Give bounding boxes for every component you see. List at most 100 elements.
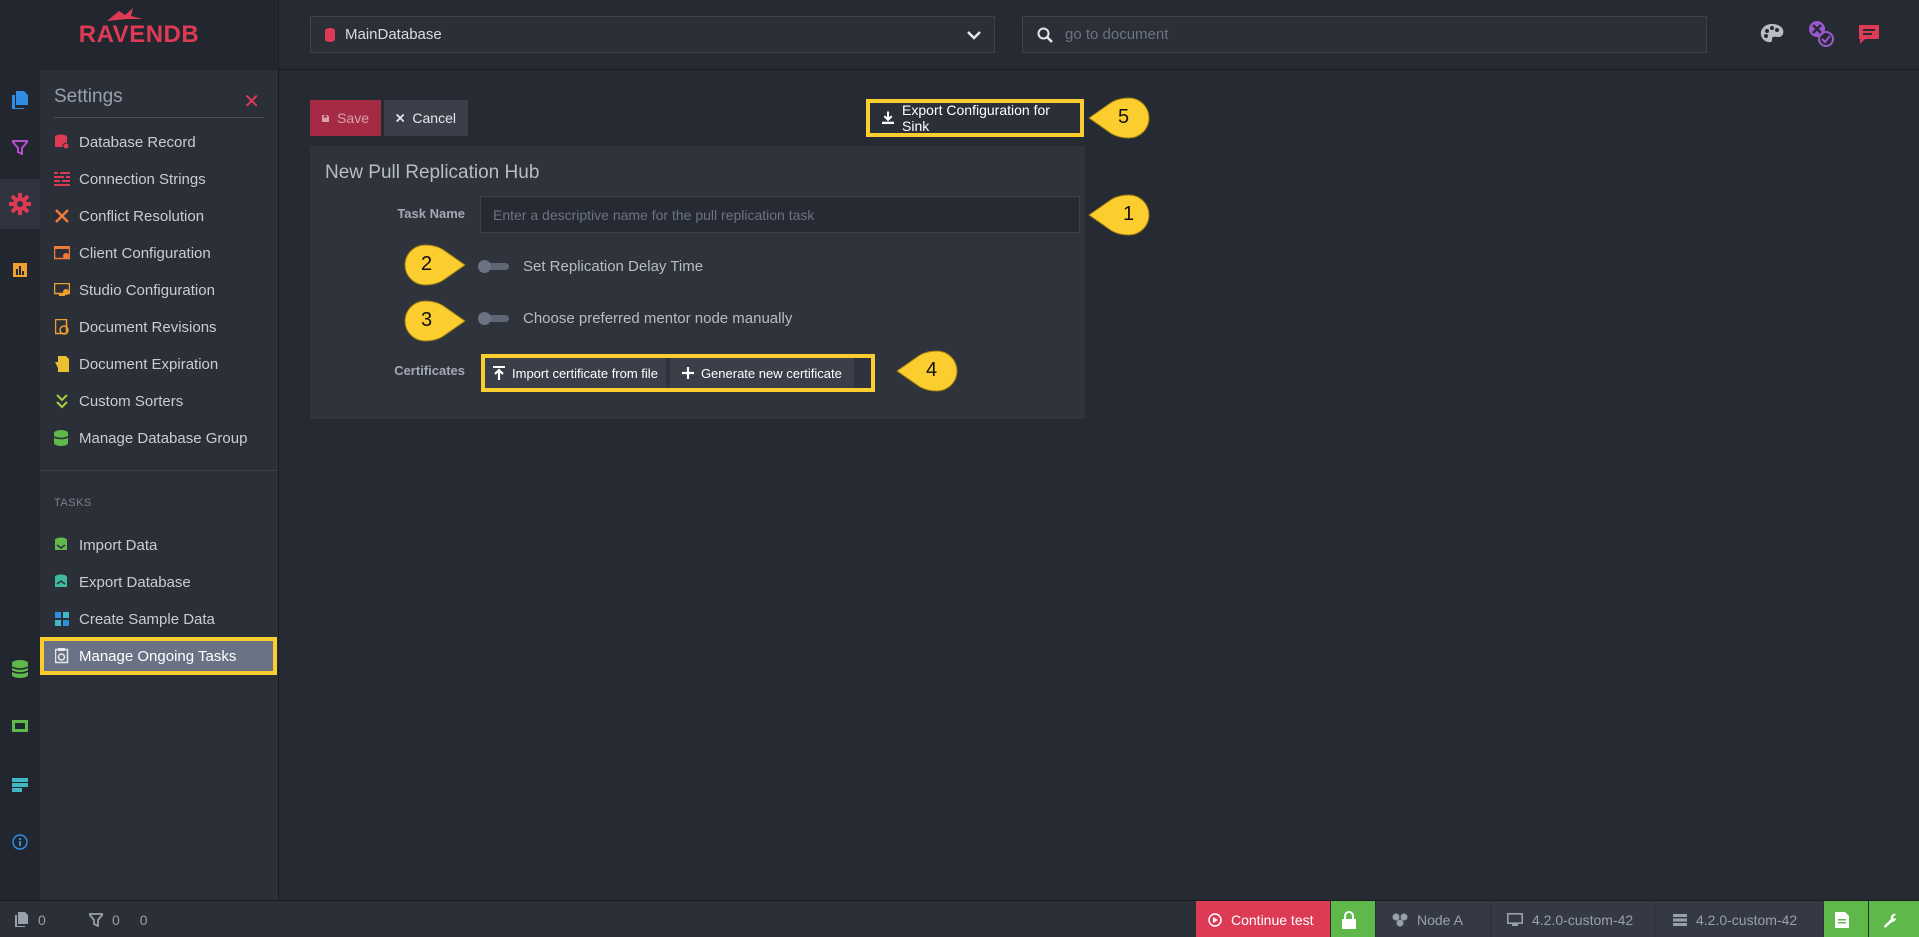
- ongoing-tasks-icon: [54, 648, 70, 664]
- client-config-icon: [54, 245, 70, 261]
- documents-icon: [15, 911, 28, 927]
- menu-item-import-data[interactable]: Import Data: [54, 532, 269, 558]
- about-icon[interactable]: [10, 832, 30, 852]
- raven-icon: [106, 8, 143, 21]
- settings-title: Settings: [54, 86, 123, 107]
- import-certificate-button[interactable]: Import certificate from file: [485, 358, 666, 388]
- menu-item-label: Manage Ongoing Tasks: [79, 647, 237, 665]
- menu-item-database-record[interactable]: Database Record: [54, 129, 269, 155]
- menu-item-manage-ongoing-tasks[interactable]: Manage Ongoing Tasks: [40, 637, 277, 675]
- menu-item-label: Document Expiration: [79, 355, 219, 373]
- cancel-icon: [396, 113, 405, 123]
- task-name-input[interactable]: [480, 196, 1080, 233]
- replication-delay-label: Set Replication Delay Time: [523, 258, 704, 275]
- menu-item-label: Database Record: [79, 133, 196, 151]
- documents-icon[interactable]: [10, 90, 30, 110]
- connection-strings-icon: [54, 171, 70, 187]
- studio-version[interactable]: 4.2.0-custom-42: [1491, 901, 1654, 937]
- mentor-node-label: Choose preferred mentor node manually: [523, 310, 793, 327]
- menu-item-client-configuration[interactable]: Client Configuration: [54, 240, 269, 266]
- support-button[interactable]: [1869, 901, 1919, 937]
- top-bar: RAVENDB MainDatabase: [0, 0, 1919, 70]
- stats-icon[interactable]: [10, 260, 30, 280]
- callout-4: 4: [895, 349, 959, 393]
- menu-item-document-expiration[interactable]: Document Expiration: [54, 351, 269, 377]
- menu-item-custom-sorters[interactable]: Custom Sorters: [54, 388, 269, 414]
- menu-item-export-database[interactable]: Export Database: [54, 569, 269, 595]
- indexes-icon[interactable]: [10, 137, 30, 157]
- feedback-icon[interactable]: [1857, 23, 1881, 45]
- menu-item-document-revisions[interactable]: Document Revisions: [54, 314, 269, 340]
- export-label: Export Configuration for Sink: [902, 102, 1050, 134]
- callout-1: 1: [1087, 193, 1151, 237]
- documents-count[interactable]: 0: [15, 901, 46, 937]
- replication-delay-toggle-row[interactable]: Set Replication Delay Time: [478, 258, 703, 275]
- server-version[interactable]: 4.2.0-custom-42: [1655, 901, 1823, 937]
- tasks-heading: TASKS: [54, 497, 92, 509]
- menu-item-create-sample-data[interactable]: Create Sample Data: [54, 606, 269, 632]
- export-configuration-button[interactable]: Export Configuration for Sink: [866, 99, 1084, 137]
- search-icon: [1037, 27, 1053, 43]
- menu-item-manage-database-group[interactable]: Manage Database Group: [54, 425, 269, 451]
- generate-certificate-label: Generate new certificate: [700, 365, 842, 381]
- menu-item-studio-configuration[interactable]: Studio Configuration: [54, 277, 269, 303]
- manage-server-icon[interactable]: [10, 717, 30, 737]
- close-icon[interactable]: ✕: [243, 89, 260, 114]
- indexes-icon: [89, 912, 103, 927]
- cancel-button[interactable]: Cancel: [384, 100, 468, 136]
- save-button[interactable]: Save: [310, 100, 381, 136]
- logo-area[interactable]: RAVENDB: [0, 0, 279, 70]
- search-input[interactable]: [1065, 26, 1665, 43]
- revisions-icon: [54, 319, 70, 335]
- replication-delay-toggle[interactable]: [478, 260, 509, 273]
- menu-item-connection-strings[interactable]: Connection Strings: [54, 166, 269, 192]
- menu-item-label: Import Data: [79, 536, 158, 554]
- logo-text: RAVENDB: [78, 21, 200, 48]
- callout-3: 3: [403, 299, 467, 343]
- settings-icon[interactable]: [0, 179, 40, 229]
- monitor-icon: [1507, 912, 1523, 926]
- database-selector[interactable]: MainDatabase: [310, 16, 995, 53]
- cancel-label: Cancel: [412, 110, 456, 126]
- palette-icon[interactable]: [1759, 22, 1785, 46]
- save-label: Save: [337, 110, 369, 126]
- import-icon: [54, 537, 70, 553]
- callout-2: 2: [403, 243, 467, 287]
- settings-menu: Settings ✕ Database Record Connection St…: [40, 70, 279, 900]
- indexes-count[interactable]: 0 0: [89, 901, 148, 937]
- go-to-document-search[interactable]: [1022, 16, 1707, 53]
- menu-item-label: Connection Strings: [79, 170, 206, 188]
- menu-item-label: Conflict Resolution: [79, 207, 205, 225]
- main-nav-strip: [0, 70, 40, 900]
- menu-item-label: Document Revisions: [79, 318, 217, 336]
- cluster-icon[interactable]: [10, 775, 30, 795]
- expiration-icon: [54, 356, 70, 372]
- menu-item-label: Custom Sorters: [79, 392, 184, 410]
- menu-item-label: Client Configuration: [79, 244, 211, 262]
- continue-test-button[interactable]: Continue test: [1196, 901, 1330, 937]
- notifications-icon[interactable]: [1807, 20, 1835, 48]
- database-name: MainDatabase: [345, 26, 442, 43]
- upload-icon: [493, 366, 505, 380]
- mentor-node-toggle[interactable]: [478, 312, 509, 325]
- generate-certificate-button[interactable]: Generate new certificate: [669, 358, 854, 388]
- menu-divider: [40, 470, 278, 471]
- status-bar: 0 0 0 Continue test Node A 4.2.0-custom-…: [0, 900, 1919, 937]
- task-name-label: Task Name: [397, 206, 465, 221]
- node-indicator[interactable]: Node A: [1376, 901, 1490, 937]
- top-icons: [1759, 20, 1881, 48]
- security-lock[interactable]: [1331, 901, 1375, 937]
- license-button[interactable]: [1824, 901, 1868, 937]
- server-icon: [1673, 913, 1687, 926]
- license-icon: [1834, 911, 1849, 928]
- certificates-label: Certificates: [394, 363, 465, 378]
- database-record-icon: [54, 134, 70, 150]
- mentor-node-toggle-row[interactable]: Choose preferred mentor node manually: [478, 310, 792, 327]
- sorters-icon: [54, 393, 70, 409]
- wrench-icon: [1883, 913, 1896, 928]
- menu-item-label: Export Database: [79, 573, 191, 591]
- menu-item-conflict-resolution[interactable]: Conflict Resolution: [54, 203, 269, 229]
- databases-icon[interactable]: [10, 659, 30, 679]
- save-icon: [322, 114, 330, 122]
- conflict-icon: [54, 208, 70, 224]
